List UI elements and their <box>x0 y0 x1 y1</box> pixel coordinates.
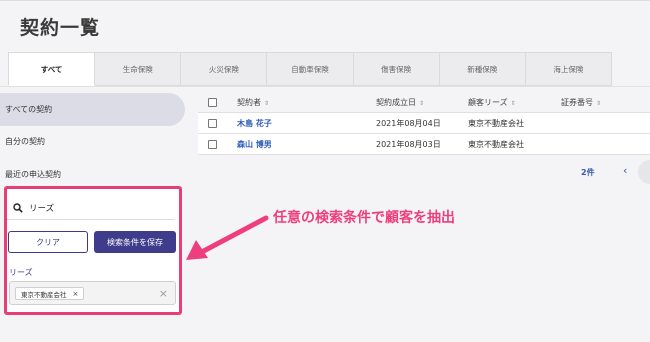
clear-selection-icon[interactable]: × <box>159 287 168 300</box>
chip-label: 東京不動産会社 <box>21 290 67 299</box>
header-label: 証券番号 <box>561 97 593 107</box>
table-row: 森山 博男 2021年08月03日 東京不動産会社 <box>198 134 650 155</box>
select-all-checkbox[interactable] <box>208 97 217 107</box>
filter-chip: 東京不動産会社 × <box>15 287 85 300</box>
result-count: 2件 <box>581 168 595 177</box>
sort-icon: ⇕ <box>510 99 516 107</box>
table-header: 契約者 ⇕ 契約成立日 ⇕ 顧客リーズ ⇕ 証券番号 ⇕ <box>198 92 650 113</box>
tab-all[interactable]: すべて <box>8 52 96 86</box>
sidebar-item-all-contracts[interactable]: すべての契約 <box>0 93 185 126</box>
insurance-tabs: すべて 生命保険 火災保険 自動車保険 傷害保険 新種保険 海上保険 <box>8 52 612 86</box>
top-divider <box>0 0 650 1</box>
header-policy-number[interactable]: 証券番号 ⇕ <box>561 97 601 108</box>
save-search-button[interactable]: 検索条件を保存 <box>94 231 176 253</box>
tab-injury[interactable]: 傷害保険 <box>353 52 440 86</box>
tab-fire[interactable]: 火災保険 <box>181 52 268 86</box>
tab-life[interactable]: 生命保険 <box>95 52 182 86</box>
content-divider <box>0 86 650 87</box>
header-contract-date[interactable]: 契約成立日 ⇕ <box>376 97 424 108</box>
annotation-arrow-icon <box>186 215 269 260</box>
tab-marine[interactable]: 海上保険 <box>525 52 612 86</box>
policyholder-link[interactable]: 木島 花子 <box>237 118 272 129</box>
header-policyholder[interactable]: 契約者 ⇕ <box>237 97 269 108</box>
lead-filter-select[interactable]: 東京不動産会社 × × <box>9 281 176 305</box>
annotation-text: 任意の検索条件で顧客を抽出 <box>273 210 455 226</box>
filter-label: リーズ <box>9 268 33 277</box>
sort-icon: ⇕ <box>264 99 270 107</box>
chevron-left-icon[interactable]: ‹ <box>623 164 627 177</box>
page-title: 契約一覧 <box>20 17 101 39</box>
policyholder-link[interactable]: 森山 博男 <box>237 139 272 150</box>
table-row: 木島 花子 2021年08月04日 東京不動産会社 <box>198 113 650 134</box>
header-label: 契約成立日 <box>376 97 416 107</box>
search-icon <box>13 202 23 213</box>
search-query: リーズ <box>29 203 55 214</box>
contract-date-cell: 2021年08月04日 <box>376 118 441 128</box>
search-input[interactable]: リーズ <box>7 196 175 220</box>
customer-lead-cell: 東京不動産会社 <box>468 139 524 149</box>
header-customer-lead[interactable]: 顧客リーズ ⇕ <box>468 97 516 108</box>
pagination-page-button[interactable] <box>638 160 650 184</box>
sort-icon: ⇕ <box>596 99 602 107</box>
chip-remove-icon[interactable]: × <box>73 290 79 298</box>
sidebar-item-recent-applications[interactable]: 最近の申込契約 <box>0 166 185 182</box>
row-checkbox[interactable] <box>208 118 217 128</box>
customer-lead-cell: 東京不動産会社 <box>468 118 524 128</box>
contract-date-cell: 2021年08月03日 <box>376 139 441 149</box>
contracts-table: 契約者 ⇕ 契約成立日 ⇕ 顧客リーズ ⇕ 証券番号 ⇕ 木島 花子 2021年08月0… <box>198 92 650 155</box>
sort-icon: ⇕ <box>419 99 425 107</box>
clear-button[interactable]: クリア <box>8 231 88 253</box>
sidebar-item-my-contracts[interactable]: 自分の契約 <box>0 133 185 149</box>
tab-new-type[interactable]: 新種保険 <box>439 52 526 86</box>
header-label: 顧客リーズ <box>468 97 508 107</box>
header-label: 契約者 <box>237 97 261 107</box>
row-checkbox[interactable] <box>208 139 217 149</box>
tab-auto[interactable]: 自動車保険 <box>267 52 354 86</box>
